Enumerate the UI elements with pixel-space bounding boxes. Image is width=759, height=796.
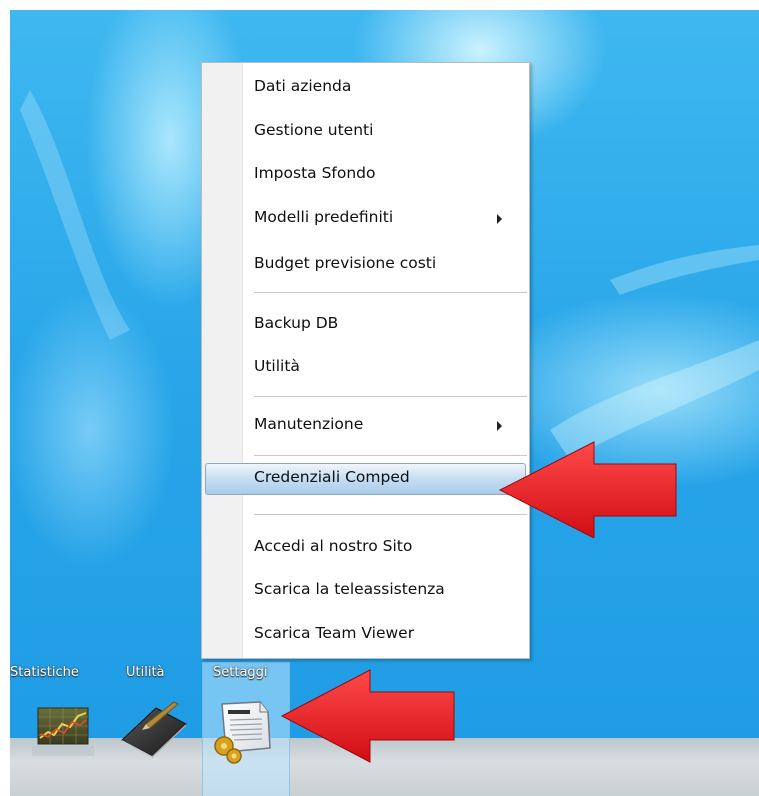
- context-menu: Dati azienda Gestione utenti Imposta Sfo…: [201, 62, 530, 659]
- red-arrow-annotation-taskbar: [280, 669, 455, 763]
- desktop-background: Statistiche Utilità Settaggi Dati aziend…: [10, 10, 759, 796]
- menu-item-backup-db[interactable]: Backup DB: [254, 314, 338, 332]
- taskbar-label-settaggi: Settaggi: [213, 665, 268, 680]
- document-gears-icon[interactable]: [210, 698, 282, 764]
- menu-item-imposta-sfondo[interactable]: Imposta Sfondo: [254, 164, 376, 182]
- menu-item-utilita[interactable]: Utilità: [254, 357, 300, 375]
- menu-item-scarica-team-viewer[interactable]: Scarica Team Viewer: [254, 624, 414, 642]
- statistics-chart-icon[interactable]: [32, 704, 94, 756]
- menu-item-accedi-al-nostro-sito[interactable]: Accedi al nostro Sito: [254, 537, 412, 555]
- menu-item-manutenzione[interactable]: Manutenzione: [254, 415, 363, 433]
- context-menu-icon-gutter: [202, 63, 243, 658]
- menu-item-credenziali-comped[interactable]: Credenziali Comped: [254, 468, 410, 486]
- menu-separator: [254, 396, 527, 398]
- menu-item-modelli-predefiniti[interactable]: Modelli predefiniti: [254, 208, 393, 226]
- menu-separator: [254, 455, 527, 457]
- menu-item-scarica-la-teleassistenza[interactable]: Scarica la teleassistenza: [254, 580, 445, 598]
- menu-item-gestione-utenti[interactable]: Gestione utenti: [254, 121, 373, 139]
- submenu-arrow-icon: [497, 421, 502, 431]
- menu-item-budget-previsione-costi[interactable]: Budget previsione costi: [254, 254, 436, 272]
- notebook-pen-icon[interactable]: [116, 694, 192, 758]
- menu-item-dati-azienda[interactable]: Dati azienda: [254, 77, 351, 95]
- red-arrow-annotation-menu: [498, 441, 677, 538]
- submenu-arrow-icon: [497, 214, 502, 224]
- menu-separator: [254, 514, 527, 516]
- taskbar-label-statistiche: Statistiche: [10, 665, 79, 680]
- taskbar-label-utilita: Utilità: [126, 665, 165, 680]
- screenshot-frame: Statistiche Utilità Settaggi Dati aziend…: [0, 0, 759, 796]
- menu-separator: [254, 292, 527, 294]
